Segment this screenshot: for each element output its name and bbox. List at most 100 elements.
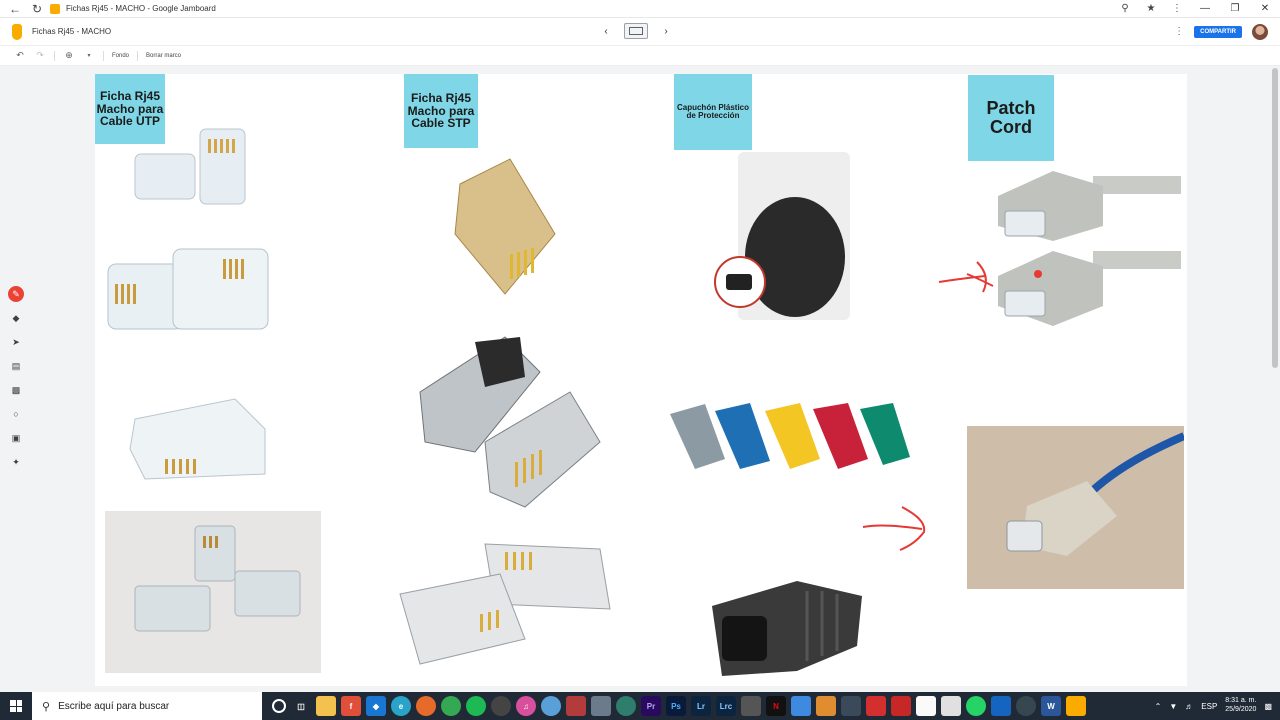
- system-tray: ⌃ ▼ ♬ ESP 8:31 a. m. 25/9/2020 ▩: [1155, 697, 1280, 715]
- black-boot-image[interactable]: [707, 576, 867, 681]
- utp-connectors-image-2[interactable]: [103, 239, 273, 349]
- speed-app-icon[interactable]: [1016, 696, 1036, 716]
- previous-frame-icon[interactable]: ‹: [600, 26, 612, 37]
- jam-frame[interactable]: Ficha Rj45 Macho para Cable UTP Ficha Rj…: [95, 74, 1187, 686]
- avatar[interactable]: [1252, 23, 1268, 40]
- edge-icon[interactable]: e: [391, 696, 411, 716]
- scrollbar-thumb[interactable]: [1272, 68, 1278, 368]
- folder-app-icon[interactable]: [941, 696, 961, 716]
- instagram-icon[interactable]: [791, 696, 811, 716]
- tool-rail: ✎ ◆ ➤ ▤ ▩ ○ ▣ ✦: [6, 286, 26, 470]
- network-icon[interactable]: ▼: [1169, 702, 1177, 711]
- reload-icon[interactable]: ↻: [30, 2, 44, 16]
- document-title[interactable]: Fichas Rj45 - MACHO: [32, 27, 111, 36]
- jamboard-taskbar-icon[interactable]: [1066, 696, 1086, 716]
- tray-chevron-icon[interactable]: ⌃: [1155, 702, 1162, 711]
- browser-menu-icon[interactable]: ⋮: [1164, 0, 1190, 18]
- undo-icon[interactable]: ↶: [14, 50, 26, 61]
- edit-toolbar: ↶ ↷ ⊕ ▾ Fondo Borrar marco: [0, 46, 1280, 66]
- colored-boots-image[interactable]: [665, 399, 915, 479]
- settings-app-icon[interactable]: [541, 696, 561, 716]
- patch-cord-photo[interactable]: [967, 426, 1184, 589]
- sticky-note-tool-icon[interactable]: ▤: [8, 358, 24, 374]
- premiere-icon[interactable]: Pr: [641, 696, 661, 716]
- utp-connectors-image-1[interactable]: [130, 124, 255, 214]
- clear-frame-button[interactable]: Borrar marco: [146, 53, 181, 59]
- lightroom-icon[interactable]: Lr: [691, 696, 711, 716]
- file-explorer-icon[interactable]: [316, 696, 336, 716]
- taskbar-clock[interactable]: 8:31 a. m. 25/9/2020: [1225, 697, 1256, 715]
- firefox-icon[interactable]: [416, 696, 436, 716]
- sticky-note-patch-cord[interactable]: Patch Cord: [968, 75, 1054, 161]
- obs-icon[interactable]: [491, 696, 511, 716]
- image-tool-icon[interactable]: ▩: [8, 382, 24, 398]
- stp-connector-gold-image[interactable]: [450, 154, 565, 299]
- eraser-tool-icon[interactable]: ◆: [8, 310, 24, 326]
- laser-tool-icon[interactable]: ✦: [8, 454, 24, 470]
- frame-navigator: ‹ ›: [600, 23, 672, 39]
- minimize-icon[interactable]: —: [1190, 0, 1220, 18]
- more-options-icon[interactable]: ⋮: [1174, 26, 1184, 37]
- share-button[interactable]: COMPARTIR: [1194, 25, 1242, 38]
- notifications-icon[interactable]: ▩: [1264, 702, 1272, 711]
- lightroom-classic-icon[interactable]: Lrc: [716, 696, 736, 716]
- tab-title: Fichas Rj45 - MACHO - Google Jamboard: [66, 4, 216, 13]
- zoom-dropdown-icon[interactable]: ▾: [83, 52, 95, 59]
- taskbar-search[interactable]: ⚲ Escribe aquí para buscar: [32, 692, 262, 720]
- text-box-tool-icon[interactable]: ▣: [8, 430, 24, 446]
- calculator-icon[interactable]: [741, 696, 761, 716]
- utp-connectors-photo[interactable]: [105, 511, 321, 673]
- zoom-icon[interactable]: ⚲: [1112, 0, 1138, 18]
- restore-icon[interactable]: ❐: [1220, 0, 1250, 18]
- cube-app-icon[interactable]: [841, 696, 861, 716]
- pdf-tool-icon[interactable]: [866, 696, 886, 716]
- search-icon: ⚲: [42, 700, 51, 713]
- globe-app-icon[interactable]: [616, 696, 636, 716]
- pdf-app-icon[interactable]: [566, 696, 586, 716]
- spotify-icon[interactable]: [466, 696, 486, 716]
- frame-bar-button[interactable]: [624, 23, 648, 39]
- graph-app-icon[interactable]: [991, 696, 1011, 716]
- redo-icon[interactable]: ↷: [34, 50, 46, 61]
- jamboard-logo-icon[interactable]: [12, 23, 22, 40]
- red-arrow-annotation[interactable]: [860, 502, 930, 554]
- patch-cord-image[interactable]: [993, 166, 1183, 334]
- notes-app-icon[interactable]: [916, 696, 936, 716]
- sticky-note-boot[interactable]: Capuchón Plástico de Protección: [674, 74, 752, 150]
- browser-titlebar: ← ↻ Fichas Rj45 - MACHO - Google Jamboar…: [0, 0, 1280, 18]
- clock-time: 8:31 a. m.: [1225, 697, 1257, 705]
- red-star-annotation[interactable]: [937, 260, 997, 296]
- chrome-icon[interactable]: [441, 696, 461, 716]
- stp-connectors-pair-image[interactable]: [395, 524, 620, 669]
- cortana-icon[interactable]: [272, 699, 286, 713]
- store-icon[interactable]: ◆: [366, 696, 386, 716]
- mail-icon[interactable]: [891, 696, 911, 716]
- volume-icon[interactable]: ♬: [1185, 702, 1193, 711]
- select-tool-icon[interactable]: ➤: [8, 334, 24, 350]
- utp-connector-image-3[interactable]: [125, 379, 270, 484]
- language-indicator[interactable]: ESP: [1201, 702, 1217, 711]
- workspace: ✎ ◆ ➤ ▤ ▩ ○ ▣ ✦ Ficha Rj45 Macho para Ca…: [0, 66, 1280, 692]
- stp-connectors-shielded-image[interactable]: [415, 332, 605, 512]
- word-icon[interactable]: W: [1041, 696, 1061, 716]
- task-view-icon[interactable]: ◫: [291, 696, 311, 716]
- close-icon[interactable]: ✕: [1250, 0, 1280, 18]
- paint-icon[interactable]: [816, 696, 836, 716]
- zoom-in-icon[interactable]: ⊕: [63, 50, 75, 61]
- netflix-icon[interactable]: N: [766, 696, 786, 716]
- circle-shape-tool-icon[interactable]: ○: [8, 406, 24, 422]
- itunes-icon[interactable]: ♫: [516, 696, 536, 716]
- windows-start-icon[interactable]: [0, 692, 32, 720]
- sticky-note-stp[interactable]: Ficha Rj45 Macho para Cable STP: [404, 74, 478, 148]
- foxit-icon[interactable]: f: [341, 696, 361, 716]
- pen-tool-icon[interactable]: ✎: [8, 286, 24, 302]
- photoshop-icon[interactable]: Ps: [666, 696, 686, 716]
- boots-bag-image[interactable]: [710, 152, 855, 322]
- vertical-scrollbar[interactable]: [1272, 68, 1278, 688]
- feather-app-icon[interactable]: [591, 696, 611, 716]
- whatsapp-icon[interactable]: [966, 696, 986, 716]
- extensions-icon[interactable]: ★: [1138, 0, 1164, 18]
- next-frame-icon[interactable]: ›: [660, 26, 672, 37]
- back-arrow-icon[interactable]: ←: [8, 2, 22, 16]
- background-button[interactable]: Fondo: [112, 53, 129, 59]
